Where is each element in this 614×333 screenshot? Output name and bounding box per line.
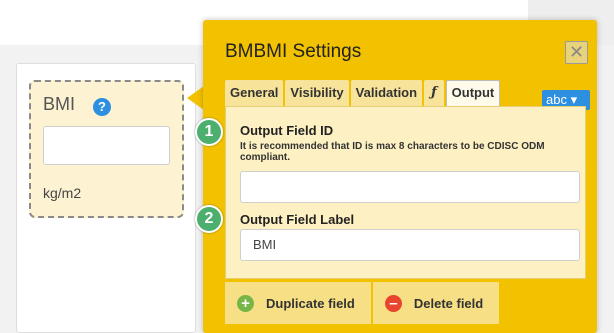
panel-title: BMBMI Settings <box>225 41 362 62</box>
output-field-label-input[interactable]: BMI <box>240 229 580 261</box>
duplicate-field-label: Duplicate field <box>266 295 355 311</box>
step-badge-2: 2 <box>195 205 223 233</box>
settings-tabs: General Visibility Validation ƒ Output <box>225 80 502 106</box>
delete-field-button[interactable]: – Delete field <box>372 282 500 324</box>
bmi-field-widget[interactable]: BMI ? kg/m2 <box>29 80 184 218</box>
bmi-input[interactable] <box>43 126 170 165</box>
delete-field-label: Delete field <box>413 295 484 311</box>
tab-visibility[interactable]: Visibility <box>285 80 349 106</box>
close-icon: ✕ <box>568 42 585 62</box>
tab-validation[interactable]: Validation <box>350 80 423 106</box>
help-icon[interactable]: ? <box>93 98 111 116</box>
step-badge-1: 1 <box>195 118 223 146</box>
duplicate-field-button[interactable]: + Duplicate field <box>225 282 371 324</box>
plus-icon: + <box>237 294 254 312</box>
output-field-label-heading: Output Field Label <box>240 212 355 227</box>
tab-general[interactable]: General <box>225 80 284 106</box>
settings-panel: BMBMI Settings ✕ General Visibility Vali… <box>203 20 597 333</box>
tab-function[interactable]: ƒ <box>424 80 444 106</box>
minus-icon: – <box>384 294 402 312</box>
output-field-id-input[interactable] <box>240 171 580 203</box>
output-tab-content: Output Field ID It is recommended that I… <box>225 106 586 279</box>
field-label: BMI <box>43 94 76 114</box>
tab-output[interactable]: Output <box>445 80 501 106</box>
panel-footer: + Duplicate field – Delete field <box>225 282 501 324</box>
output-field-id-heading: Output Field ID <box>240 123 334 138</box>
output-field-id-note: It is recommended that ID is max 8 chara… <box>240 141 545 163</box>
close-button[interactable]: ✕ <box>565 41 588 64</box>
panel-pointer <box>187 86 204 110</box>
unit-label: kg/m2 <box>43 185 82 201</box>
